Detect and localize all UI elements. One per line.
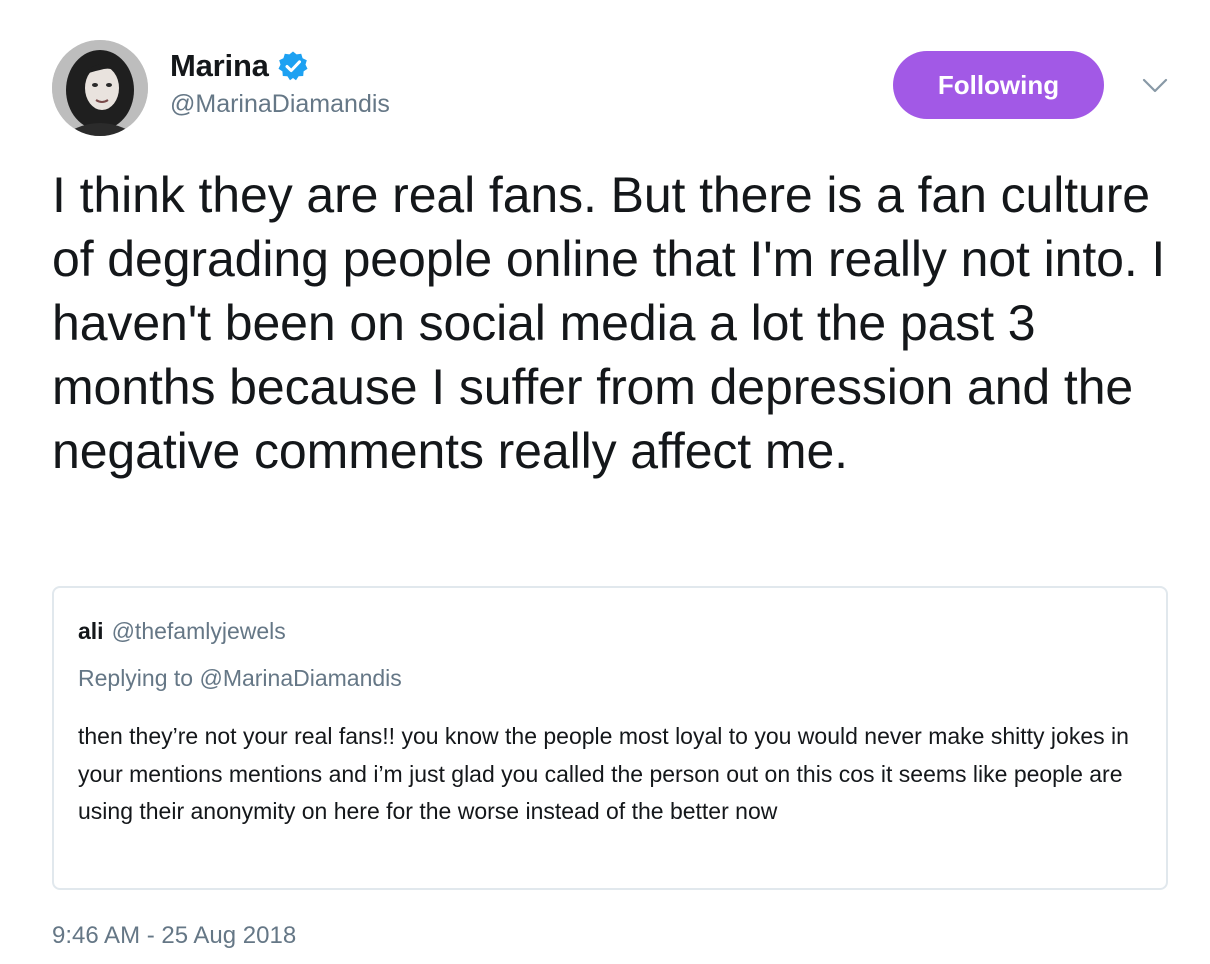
- quoted-tweet[interactable]: ali @thefamlyjewels Replying to @MarinaD…: [52, 586, 1168, 890]
- quoted-tweet-header: ali @thefamlyjewels: [78, 618, 286, 645]
- tweet-card: Marina @MarinaDiamandis Following I thin…: [0, 0, 1210, 964]
- author-info: Marina @MarinaDiamandis: [170, 46, 390, 119]
- quoted-author-name: ali: [78, 618, 104, 644]
- quoted-author-handle: @thefamlyjewels: [111, 618, 286, 644]
- replying-to: Replying to @MarinaDiamandis: [78, 665, 402, 692]
- author-handle[interactable]: @MarinaDiamandis: [170, 90, 390, 119]
- replying-to-handle-link[interactable]: @MarinaDiamandis: [199, 665, 401, 691]
- author-name-row: Marina: [170, 46, 390, 86]
- author-avatar[interactable]: [52, 40, 148, 136]
- replying-to-prefix: Replying to: [78, 665, 194, 691]
- verified-badge-icon: [277, 50, 309, 82]
- chevron-down-icon[interactable]: [1140, 74, 1170, 98]
- quoted-tweet-text: then they’re not your real fans!! you kn…: [78, 723, 1129, 824]
- tweet-text: I think they are real fans. But there is…: [52, 167, 1166, 479]
- tweet-timestamp[interactable]: 9:46 AM - 25 Aug 2018: [52, 922, 296, 950]
- avatar-image: [52, 40, 148, 136]
- author-display-name[interactable]: Marina: [170, 48, 269, 84]
- following-button[interactable]: Following: [893, 51, 1104, 119]
